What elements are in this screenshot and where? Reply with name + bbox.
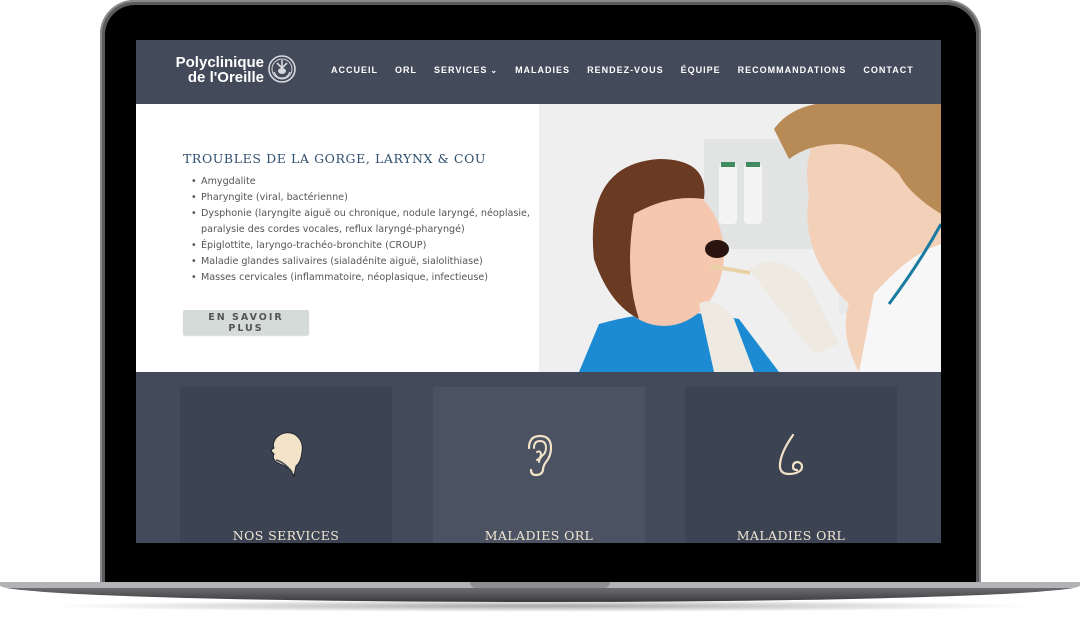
nav-services[interactable]: SERVICES ⌄	[434, 65, 498, 75]
nav-orl[interactable]: ORL	[395, 65, 417, 75]
logo-line-1: Polyclinique	[175, 54, 264, 71]
chevron-down-icon: ⌄	[490, 65, 499, 75]
list-item: Masses cervicales (inflammatoire, néopla…	[191, 270, 543, 286]
top-navigation-bar: Polyclinique de l'Oreille ACCUEIL ORL SE…	[136, 40, 941, 104]
logo-line-2: de l'Oreille	[187, 69, 264, 86]
card-label: MALADIES ORL	[484, 528, 594, 543]
list-item: Maladie glandes salivaires (sialadénite …	[191, 254, 543, 270]
ear-icon	[527, 434, 553, 477]
card-maladies-orl-nose[interactable]: MALADIES ORL	[685, 387, 897, 543]
conditions-list: Amygdalite Pharyngite (viral, bactérienn…	[183, 174, 543, 286]
list-item: Dysphonie (laryngite aiguë ou chronique,…	[191, 206, 543, 238]
nav-rendez-vous[interactable]: RENDEZ-VOUS	[587, 65, 664, 75]
nav-label: RECOMMANDATIONS	[737, 65, 847, 75]
main-menu: ACCUEIL ORL SERVICES ⌄ MALADIES RENDEZ-VO…	[331, 65, 931, 75]
nav-accueil[interactable]: ACCUEIL	[331, 65, 378, 75]
head-throat-icon	[270, 432, 303, 478]
card-label: NOS SERVICES	[232, 528, 340, 543]
card-maladies-orl-ear[interactable]: MALADIES ORL	[433, 387, 645, 543]
hero-section: TROUBLES DE LA GORGE, LARYNX & COU Amygd…	[136, 104, 941, 372]
hero-title: TROUBLES DE LA GORGE, LARYNX & COU	[183, 151, 487, 166]
services-cards: NOS SERVICES MALADIES ORL MALADIES ORL	[136, 372, 941, 543]
nav-equipe[interactable]: ÉQUIPE	[681, 65, 721, 75]
card-nos-services[interactable]: NOS SERVICES	[180, 387, 392, 543]
nav-label: MALADIES	[515, 65, 571, 75]
ear-hands-emblem-icon	[268, 55, 296, 83]
nav-label: ACCUEIL	[331, 65, 378, 75]
nav-label: CONTACT	[863, 65, 914, 75]
laptop-notch	[470, 582, 610, 588]
nav-maladies[interactable]: MALADIES	[515, 65, 570, 75]
site-logo[interactable]: Polyclinique de l'Oreille	[164, 55, 264, 85]
list-item: Pharyngite (viral, bactérienne)	[191, 190, 543, 206]
hero-photo	[539, 104, 941, 372]
nose-icon	[778, 433, 804, 476]
nav-label: ÉQUIPE	[680, 65, 721, 75]
list-item: Épiglottite, laryngo-trachéo-bronchite (…	[191, 238, 543, 254]
nav-recommandations[interactable]: RECOMMANDATIONS	[738, 65, 847, 75]
list-item: Amygdalite	[191, 174, 543, 190]
learn-more-button[interactable]: EN SAVOIR PLUS	[183, 310, 309, 335]
nav-label: SERVICES	[434, 65, 488, 75]
nav-label: RENDEZ-VOUS	[587, 65, 664, 75]
laptop-shadow	[40, 600, 1040, 612]
nav-label: ORL	[395, 65, 417, 75]
card-label: MALADIES ORL	[736, 528, 846, 543]
nav-contact[interactable]: CONTACT	[863, 65, 913, 75]
hero-text-block: TROUBLES DE LA GORGE, LARYNX & COU Amygd…	[183, 151, 543, 286]
website-screen: Polyclinique de l'Oreille ACCUEIL ORL SE…	[136, 40, 941, 543]
